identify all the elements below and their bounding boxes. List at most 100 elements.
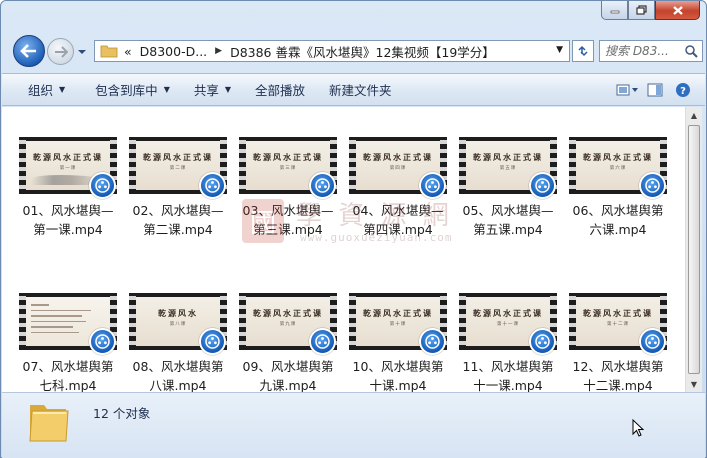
film-strip — [459, 137, 466, 194]
explorer-window: « D8300-D... ▶ D8386 善霖《风水堪舆》12集视频【19学分】… — [0, 0, 707, 458]
film-strip — [569, 293, 576, 350]
file-name-line1: 03、风水堪舆— — [242, 203, 334, 218]
address-bar[interactable]: « D8300-D... ▶ D8386 善霖《风水堪舆》12集视频【19学分】… — [94, 40, 570, 62]
refresh-button[interactable] — [572, 40, 594, 62]
file-name-line1: 10、风水堪舆第 — [352, 359, 444, 374]
file-name: 12、风水堪舆第 十二课.mp4 — [563, 357, 673, 395]
restore-icon — [635, 5, 647, 15]
media-player-icon — [529, 172, 556, 199]
file-name-line1: 01、风水堪舆— — [22, 203, 114, 218]
thumbnail-title: 乾源风水正式课 — [253, 308, 323, 318]
file-name-line2: 第四课.mp4 — [363, 222, 433, 237]
organize-label: 组织 — [28, 83, 54, 98]
file-name: 06、风水堪舆第 六课.mp4 — [563, 201, 673, 239]
scrollbar-thumb[interactable] — [688, 125, 700, 374]
history-dropdown-icon[interactable] — [77, 47, 87, 57]
preview-pane-button[interactable] — [641, 78, 669, 102]
film-strip — [459, 293, 466, 350]
navigation-bar: « D8300-D... ▶ D8386 善霖《风水堪舆》12集视频【19学分】… — [9, 35, 703, 67]
file-name-line1: 07、风水堪舆第 — [22, 359, 114, 374]
details-pane: 12 个对象 — [2, 392, 705, 458]
minimize-icon — [610, 10, 619, 14]
address-segment-parent[interactable]: D8300-D... — [140, 44, 208, 59]
share-menu[interactable]: 共享 ▼ — [182, 77, 243, 102]
file-name: 10、风水堪舆第 十课.mp4 — [343, 357, 453, 395]
film-strip — [19, 293, 26, 350]
search-input[interactable] — [600, 42, 684, 60]
address-overflow[interactable]: « — [124, 44, 132, 59]
media-player-icon — [89, 172, 116, 199]
thumbnail-subtitle: 第二课 — [169, 166, 187, 171]
back-button[interactable] — [13, 35, 45, 67]
file-name-line2: 第三课.mp4 — [253, 222, 323, 237]
thumbnail-title: 乾源风水正式课 — [473, 152, 543, 162]
change-view-button[interactable] — [613, 78, 641, 102]
folder-icon — [29, 405, 69, 442]
close-button[interactable] — [655, 1, 700, 20]
preview-pane-icon — [647, 83, 663, 97]
address-dropdown-icon[interactable]: ▼ — [556, 45, 563, 55]
chevron-down-icon: ▼ — [163, 85, 170, 94]
file-name: 02、风水堪舆— 第二课.mp4 — [123, 201, 233, 239]
help-icon: ? — [676, 83, 690, 97]
address-segment-current[interactable]: D8386 善霖《风水堪舆》12集视频【19学分】 — [230, 42, 495, 61]
chevron-right-icon[interactable]: ▶ — [215, 46, 222, 56]
include-in-library-menu[interactable]: 包含到库中 ▼ — [83, 77, 182, 102]
media-player-icon — [309, 172, 336, 199]
thumbnail-title: 乾源风水 — [158, 308, 198, 318]
file-name-line2: 六课.mp4 — [589, 222, 647, 237]
file-name: 07、风水堪舆第 七科.mp4 — [13, 357, 123, 395]
mouse-cursor-icon — [632, 419, 644, 437]
file-name: 09、风水堪舆第 九课.mp4 — [233, 357, 343, 395]
file-name: 04、风水堪舆— 第四课.mp4 — [343, 201, 453, 239]
forward-button[interactable] — [47, 38, 74, 65]
view-options-icon — [616, 84, 638, 96]
file-name-line1: 04、风水堪舆— — [352, 203, 444, 218]
help-button[interactable]: ? — [669, 78, 697, 102]
item-count: 12 个对象 — [93, 406, 151, 421]
scroll-down-icon[interactable]: ▼ — [686, 376, 702, 392]
thumbnail-subtitle: 第三课 — [279, 166, 297, 171]
search-box[interactable] — [599, 40, 703, 62]
media-player-icon — [199, 328, 226, 355]
thumbnail-title: 乾源风水正式课 — [583, 152, 653, 162]
scroll-up-icon[interactable]: ▲ — [686, 107, 702, 123]
file-name-line2: 第五课.mp4 — [473, 222, 543, 237]
thumbnail-subtitle: 第四课 — [389, 166, 407, 171]
media-player-icon — [309, 328, 336, 355]
thumbnail-title: 乾源风水正式课 — [583, 308, 653, 318]
thumbnail-title: 乾源风水正式课 — [253, 152, 323, 162]
file-name: 05、风水堪舆— 第五课.mp4 — [453, 201, 563, 239]
new-folder-button[interactable]: 新建文件夹 — [317, 77, 404, 102]
organize-menu[interactable]: 组织 ▼ — [2, 77, 77, 102]
maximize-button[interactable] — [628, 1, 655, 20]
minimize-button[interactable] — [601, 1, 628, 20]
thumbnail-title: 乾源风水正式课 — [363, 152, 433, 162]
chevron-down-icon: ▼ — [59, 85, 66, 94]
folder-icon — [100, 45, 118, 58]
include-in-library-label: 包含到库中 — [95, 83, 158, 98]
file-name-line1: 12、风水堪舆第 — [572, 359, 664, 374]
thumbnail-subtitle: 第十一课 — [497, 322, 519, 327]
close-icon — [672, 5, 683, 15]
arrow-right-icon — [54, 45, 68, 58]
media-player-icon — [199, 172, 226, 199]
thumbnail-subtitle: 第五课 — [499, 166, 517, 171]
file-name-line2: 第二课.mp4 — [143, 222, 213, 237]
play-all-button[interactable]: 全部播放 — [243, 77, 317, 102]
film-strip — [349, 137, 356, 194]
film-strip — [129, 137, 136, 194]
thumbnail-subtitle: 第十二课 — [607, 322, 629, 327]
new-folder-label: 新建文件夹 — [329, 83, 392, 98]
file-name: 08、风水堪舆第 八课.mp4 — [123, 357, 233, 395]
play-all-label: 全部播放 — [255, 83, 306, 98]
file-name-line1: 09、风水堪舆第 — [242, 359, 334, 374]
media-player-icon — [419, 172, 446, 199]
thumbnail-subtitle: 第九课 — [279, 322, 297, 327]
film-strip — [569, 137, 576, 194]
thumbnail-subtitle: 第六课 — [609, 166, 627, 171]
vertical-scrollbar[interactable]: ▲ ▼ — [685, 107, 702, 392]
media-player-icon — [529, 328, 556, 355]
media-player-icon — [639, 172, 666, 199]
share-label: 共享 — [193, 83, 219, 98]
